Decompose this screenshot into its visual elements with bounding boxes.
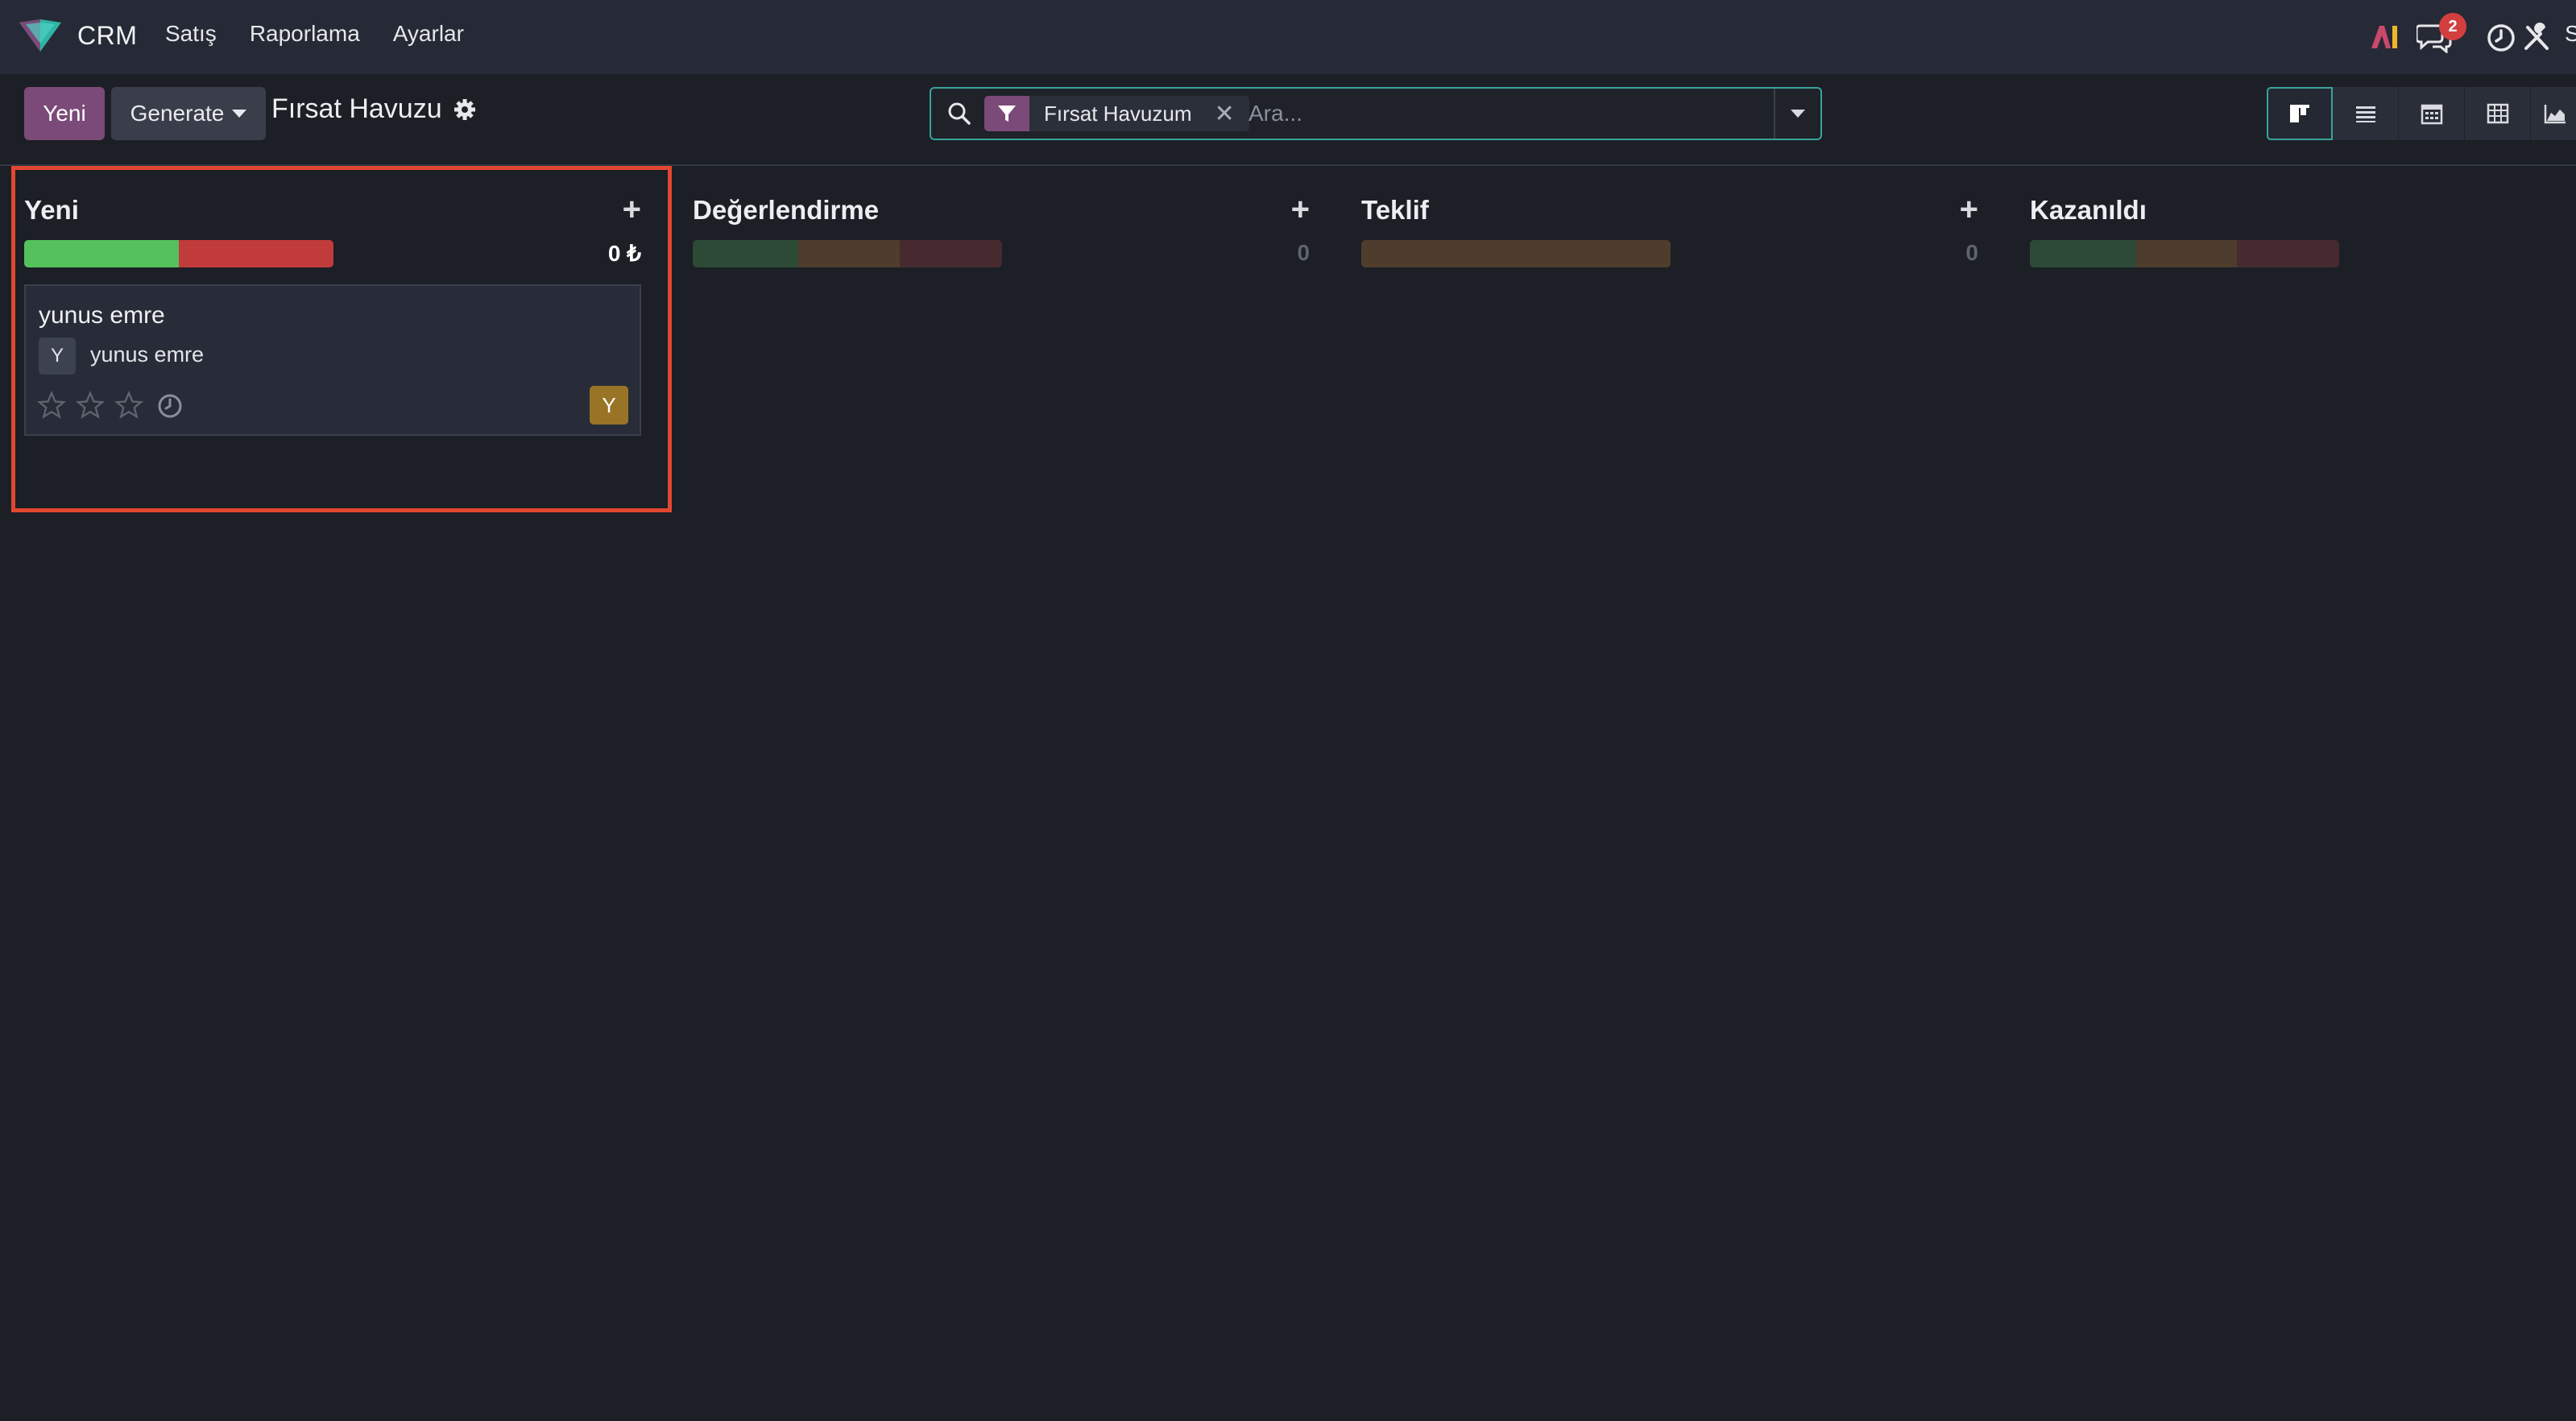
column-title: Teklif [1361, 195, 1429, 225]
activity-clock-icon[interactable] [2486, 23, 2516, 53]
column-progress-bar[interactable] [1361, 240, 1671, 267]
app-name: CRM [77, 20, 138, 50]
calendar-icon [2421, 104, 2442, 125]
view-kanban-button[interactable] [2267, 87, 2333, 140]
kanban-icon [2290, 105, 2309, 122]
facet-label: Fırsat Havuzum [1044, 101, 1192, 126]
progress-segment[interactable] [900, 240, 1002, 267]
list-icon [2355, 106, 2375, 122]
progress-segment[interactable] [693, 240, 798, 267]
crm-logo-icon [19, 19, 61, 52]
view-switcher [2267, 87, 2576, 140]
area-chart-icon [2544, 105, 2566, 124]
remove-facet-close-icon[interactable]: ✕ [1215, 100, 1235, 128]
view-pivot-button[interactable] [2465, 87, 2531, 140]
menu-item-raporlama[interactable]: Raporlama [250, 21, 360, 47]
search-input[interactable] [1247, 97, 1762, 130]
quick-create-plus-icon[interactable]: + [1960, 192, 1978, 228]
view-calendar-button[interactable] [2399, 87, 2465, 140]
menu-item-satis[interactable]: Satış [165, 21, 217, 47]
highlight-annotation-box [11, 166, 672, 512]
kanban-column-kazanildi: Kazanıldı [2017, 166, 2576, 504]
search-icon [948, 102, 971, 125]
generate-label: Generate [130, 101, 225, 126]
caret-down-icon [232, 110, 247, 118]
view-graph-button[interactable] [2531, 87, 2576, 140]
gear-icon[interactable] [453, 98, 476, 121]
search-bar: Fırsat Havuzum ✕ [930, 87, 1822, 140]
view-title: Fırsat Havuzu [271, 93, 476, 125]
progress-segment[interactable] [2030, 240, 2135, 267]
column-total: 0 [1965, 240, 1978, 265]
search-options-toggle[interactable] [1774, 89, 1820, 139]
search-facet: Fırsat Havuzum ✕ [984, 96, 1249, 131]
view-list-button[interactable] [2333, 87, 2399, 140]
main-menu: Satış Raporlama Ayarlar [165, 21, 497, 47]
ai-icon[interactable] [2368, 23, 2400, 52]
kanban-column-teklif: Teklif + 0 [1348, 166, 1993, 504]
top-navbar: CRM Satış Raporlama Ayarlar 2 S [0, 0, 2576, 74]
page-title: Fırsat Havuzu [271, 93, 442, 124]
tools-icon[interactable] [2521, 23, 2552, 53]
column-title: Kazanıldı [2030, 195, 2147, 225]
column-title: Değerlendirme [693, 195, 880, 225]
new-button[interactable]: Yeni [24, 87, 105, 140]
column-progress-bar[interactable] [693, 240, 1002, 267]
filter-icon [984, 96, 1029, 131]
messages-count-badge: 2 [2439, 13, 2466, 40]
column-progress-bar[interactable] [2030, 240, 2339, 267]
progress-segment[interactable] [2237, 240, 2339, 267]
caret-down-icon [1791, 110, 1805, 118]
quick-create-plus-icon[interactable]: + [1291, 192, 1310, 228]
generate-dropdown-button[interactable]: Generate [111, 87, 266, 140]
progress-segment[interactable] [2135, 240, 2238, 267]
progress-segment[interactable] [797, 240, 901, 267]
user-avatar[interactable]: S [2565, 21, 2576, 47]
menu-item-ayarlar[interactable]: Ayarlar [393, 21, 464, 47]
progress-segment[interactable] [1361, 240, 1671, 267]
app-brand[interactable]: CRM [18, 16, 137, 55]
kanban-column-degerlendirme: Değerlendirme + 0 [680, 166, 1324, 504]
column-total: 0 [1297, 240, 1310, 265]
pivot-table-icon [2487, 103, 2508, 124]
